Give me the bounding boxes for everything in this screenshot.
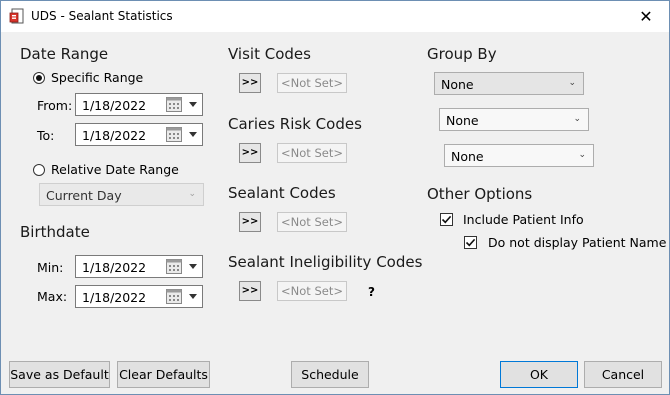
birthdate-heading: Birthdate bbox=[20, 223, 90, 241]
sealant-ineligibility-codes-value: <Not Set> bbox=[277, 281, 347, 301]
chevron-down-icon: ⌄ bbox=[573, 114, 581, 124]
close-icon: ✕ bbox=[639, 7, 653, 26]
dialog-window: UDS - Sealant Statistics ✕ Date Range Sp… bbox=[0, 0, 670, 395]
sealant-codes-picker-button[interactable]: >> bbox=[239, 212, 261, 232]
report-icon bbox=[9, 8, 24, 24]
group-by-value-1: None bbox=[441, 77, 474, 92]
cancel-button[interactable]: Cancel bbox=[584, 361, 662, 388]
visit-codes-heading: Visit Codes bbox=[228, 45, 311, 63]
relative-range-radio[interactable] bbox=[33, 164, 45, 176]
max-label: Max: bbox=[37, 289, 68, 304]
caries-risk-codes-heading: Caries Risk Codes bbox=[228, 115, 362, 133]
checkmark-icon bbox=[441, 215, 452, 224]
ok-button[interactable]: OK bbox=[500, 361, 578, 388]
group-by-select-2[interactable]: None ⌄ bbox=[439, 108, 589, 131]
chevron-down-icon: ⌄ bbox=[188, 189, 196, 199]
schedule-button[interactable]: Schedule bbox=[291, 361, 369, 388]
sealant-ineligibility-codes-heading: Sealant Ineligibility Codes bbox=[228, 253, 423, 271]
hide-patient-name-label: Do not display Patient Name bbox=[488, 235, 667, 250]
calendar-icon[interactable] bbox=[166, 97, 182, 112]
caries-risk-codes-picker-button[interactable]: >> bbox=[239, 143, 261, 163]
hide-patient-name-checkbox[interactable] bbox=[464, 236, 477, 249]
chevron-down-icon[interactable] bbox=[189, 132, 197, 137]
include-patient-info-label: Include Patient Info bbox=[463, 212, 584, 227]
chevron-down-icon[interactable] bbox=[189, 294, 197, 299]
sealant-codes-heading: Sealant Codes bbox=[228, 184, 336, 202]
window-title: UDS - Sealant Statistics bbox=[31, 9, 173, 23]
calendar-icon[interactable] bbox=[166, 127, 182, 142]
from-label: From: bbox=[37, 98, 73, 113]
clear-defaults-button[interactable]: Clear Defaults bbox=[117, 361, 210, 388]
relative-range-label: Relative Date Range bbox=[51, 162, 179, 177]
help-icon[interactable]: ? bbox=[368, 285, 375, 299]
min-label: Min: bbox=[37, 260, 64, 275]
from-date-value: 1/18/2022 bbox=[82, 98, 147, 113]
relative-range-select[interactable]: Current Day ⌄ bbox=[39, 183, 204, 206]
group-by-value-3: None bbox=[451, 149, 484, 164]
max-birthdate-value: 1/18/2022 bbox=[82, 290, 147, 305]
chevron-down-icon: ⌄ bbox=[578, 150, 586, 160]
min-birthdate-field[interactable]: 1/18/2022 bbox=[75, 255, 203, 278]
group-by-select-3[interactable]: None ⌄ bbox=[444, 144, 594, 167]
to-date-field[interactable]: 1/18/2022 bbox=[75, 123, 203, 146]
to-label: To: bbox=[37, 128, 55, 143]
close-button[interactable]: ✕ bbox=[623, 1, 669, 32]
sealant-ineligibility-codes-picker-button[interactable]: >> bbox=[239, 281, 261, 301]
group-by-heading: Group By bbox=[427, 45, 497, 63]
save-as-default-button[interactable]: Save as Default bbox=[9, 361, 110, 388]
calendar-icon[interactable] bbox=[166, 289, 182, 304]
caries-risk-codes-value: <Not Set> bbox=[277, 143, 347, 163]
visit-codes-value: <Not Set> bbox=[277, 73, 347, 93]
specific-range-label: Specific Range bbox=[51, 70, 144, 85]
relative-range-value: Current Day bbox=[46, 188, 122, 203]
group-by-select-1[interactable]: None ⌄ bbox=[434, 72, 584, 95]
calendar-icon[interactable] bbox=[166, 259, 182, 274]
specific-range-radio[interactable] bbox=[33, 72, 45, 84]
to-date-value: 1/18/2022 bbox=[82, 128, 147, 143]
chevron-down-icon[interactable] bbox=[189, 102, 197, 107]
checkmark-icon bbox=[465, 238, 476, 247]
other-options-heading: Other Options bbox=[427, 185, 533, 203]
group-by-value-2: None bbox=[446, 113, 479, 128]
date-range-heading: Date Range bbox=[20, 45, 109, 63]
max-birthdate-field[interactable]: 1/18/2022 bbox=[75, 285, 203, 308]
from-date-field[interactable]: 1/18/2022 bbox=[75, 93, 203, 116]
sealant-codes-value: <Not Set> bbox=[277, 212, 347, 232]
visit-codes-picker-button[interactable]: >> bbox=[239, 73, 261, 93]
min-birthdate-value: 1/18/2022 bbox=[82, 260, 147, 275]
title-bar[interactable]: UDS - Sealant Statistics ✕ bbox=[1, 1, 669, 32]
chevron-down-icon[interactable] bbox=[189, 264, 197, 269]
include-patient-info-checkbox[interactable] bbox=[440, 213, 453, 226]
chevron-down-icon: ⌄ bbox=[568, 78, 576, 88]
